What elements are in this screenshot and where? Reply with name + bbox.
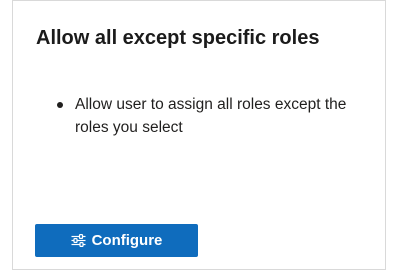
bullet-dot (57, 102, 63, 108)
description-text: Allow user to assign all roles except th… (75, 96, 347, 136)
description-item: Allow user to assign all roles except th… (53, 93, 358, 139)
description-list: Allow user to assign all roles except th… (53, 93, 358, 139)
card-title: Allow all except specific roles (36, 27, 320, 49)
configure-button[interactable]: Configure (35, 224, 198, 257)
configure-button-label: Configure (91, 232, 163, 249)
sliders-icon (71, 234, 86, 247)
role-option-card: Allow all except specific roles Allow us… (12, 0, 386, 270)
